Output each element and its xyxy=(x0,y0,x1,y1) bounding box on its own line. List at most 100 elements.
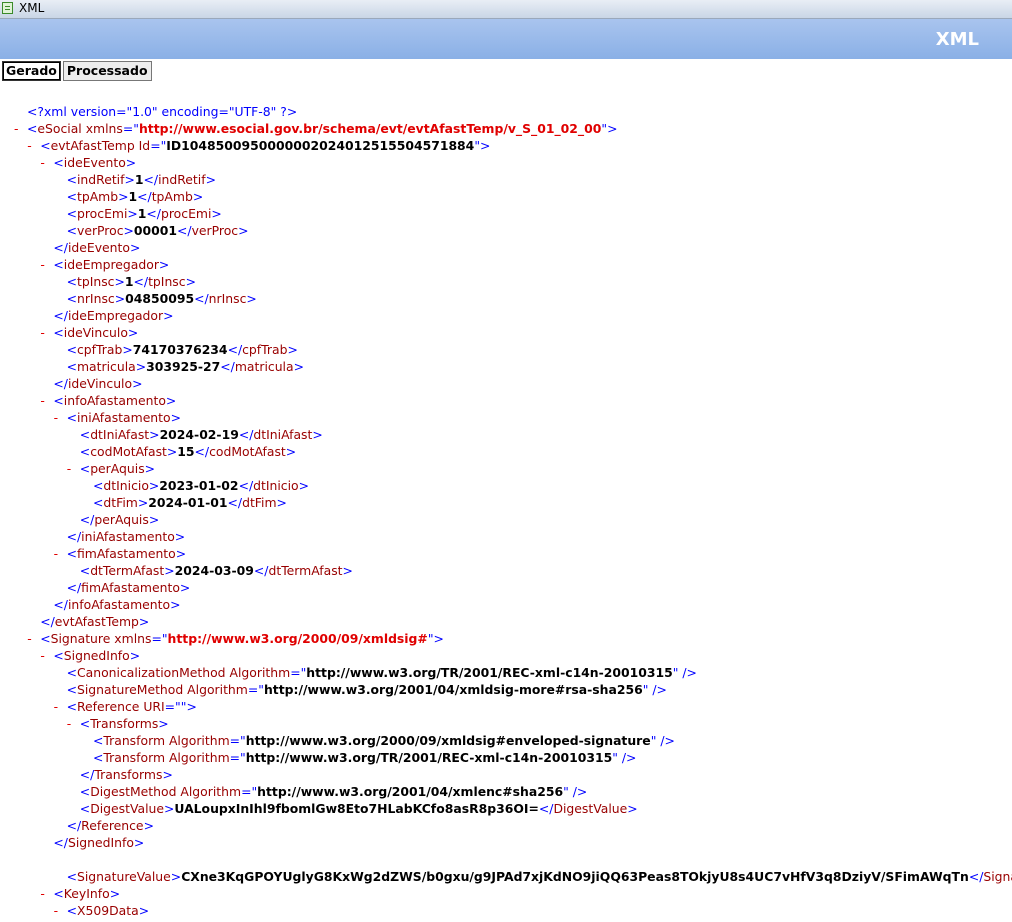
xml-attr-value: http://www.w3.org/TR/2001/REC-xml-c14n-2… xyxy=(245,750,613,765)
bracket: < xyxy=(93,495,104,510)
xml-tag-name: matricula xyxy=(234,359,294,374)
xml-text-value: 1 xyxy=(128,189,138,204)
bracket: < xyxy=(79,444,91,459)
bracket: </ xyxy=(220,359,235,374)
xml-tag-name: ideEvento xyxy=(63,155,126,170)
bracket: < xyxy=(79,784,91,799)
xml-attr-value: ID1048500950000002024012515504571884 xyxy=(166,138,475,153)
bracket: </ xyxy=(79,512,95,527)
bracket: </ xyxy=(238,478,254,493)
xml-tag-name: ideEmpregador xyxy=(67,308,164,323)
xml-tag-name: indRetif xyxy=(158,172,206,187)
collapse-toggle-icon[interactable]: - xyxy=(54,698,58,715)
bracket: > xyxy=(293,359,304,374)
bracket: =" xyxy=(151,631,168,646)
bracket: > xyxy=(185,274,196,289)
bracket: > xyxy=(114,291,126,306)
xml-tag-name: SignedInfo xyxy=(67,835,134,850)
bracket: > xyxy=(133,835,145,850)
bracket: </ xyxy=(238,427,254,442)
xml-tag-name: ideVinculo xyxy=(67,376,133,391)
window-title: XML xyxy=(19,1,45,15)
xml-line: <dtInicio>2023-01-02</dtInicio> xyxy=(93,477,309,494)
xml-tag-name: SignedInfo xyxy=(63,648,130,663)
xml-line: </ideEmpregador> xyxy=(53,307,173,324)
xml-line: <Reference URI=""> xyxy=(67,698,197,715)
xml-line: <ideVinculo> xyxy=(53,324,138,341)
xml-tag-name: codMotAfast xyxy=(209,444,286,459)
bracket: > xyxy=(192,189,204,204)
xml-line: </Transforms> xyxy=(80,766,173,783)
xml-line: <ideEmpregador> xyxy=(53,256,169,273)
xml-tag-name: dtInicio xyxy=(103,478,149,493)
bracket: < xyxy=(66,903,77,918)
collapse-toggle-icon[interactable]: - xyxy=(54,545,58,562)
bracket: > xyxy=(607,121,618,136)
collapse-toggle-icon[interactable]: - xyxy=(27,137,31,154)
collapse-toggle-icon[interactable]: - xyxy=(67,715,71,732)
bracket: < xyxy=(66,206,77,221)
bracket: " /> xyxy=(612,750,637,765)
tab-gerado[interactable]: Gerado xyxy=(2,61,61,81)
bracket: > xyxy=(158,257,170,272)
collapse-toggle-icon[interactable]: - xyxy=(54,409,58,426)
bracket: > xyxy=(122,342,133,357)
bracket: > xyxy=(135,359,147,374)
collapse-toggle-icon[interactable]: - xyxy=(54,902,58,919)
xml-line: </ideVinculo> xyxy=(53,375,142,392)
bracket: </ xyxy=(146,206,161,221)
xml-tag-name: Transforms xyxy=(90,716,159,731)
bracket: > xyxy=(627,801,638,816)
xml-line: <nrInsc>04850095</nrInsc> xyxy=(67,290,257,307)
bracket: </ xyxy=(66,818,82,833)
bracket: </ xyxy=(53,376,68,391)
xml-line: </fimAfastamento> xyxy=(67,579,191,596)
collapse-toggle-icon[interactable]: - xyxy=(40,324,44,341)
collapse-toggle-icon[interactable]: - xyxy=(40,647,44,664)
bracket: < xyxy=(66,189,77,204)
xml-line: </SignedInfo> xyxy=(53,834,144,851)
bracket: < xyxy=(93,733,104,748)
collapse-toggle-icon[interactable]: - xyxy=(40,392,44,409)
bracket: </ xyxy=(66,580,82,595)
bracket: > xyxy=(285,444,297,459)
bracket: > xyxy=(298,478,310,493)
collapse-toggle-icon[interactable]: - xyxy=(27,630,31,647)
bracket: < xyxy=(53,257,64,272)
xml-tag-name: matricula xyxy=(76,359,136,374)
bracket: > xyxy=(276,495,287,510)
xml-line: </infoAfastamento> xyxy=(53,596,180,613)
bracket: > xyxy=(186,699,197,714)
tab-processado[interactable]: Processado xyxy=(62,61,152,81)
xml-tag-name: KeyInfo xyxy=(63,886,110,901)
collapse-toggle-icon[interactable]: - xyxy=(14,120,18,137)
xml-attr-name: xmlns xyxy=(110,631,152,646)
xml-tag-name: infoAfastamento xyxy=(63,393,166,408)
bracket: </ xyxy=(538,801,554,816)
xml-line: <CanonicalizationMethod Algorithm="http:… xyxy=(67,664,697,681)
xml-tag-name: verProc xyxy=(191,223,239,238)
bracket: < xyxy=(66,342,77,357)
bracket: > xyxy=(125,155,137,170)
xml-line: </evtAfastTemp> xyxy=(40,613,149,630)
xml-tag-name: indRetif xyxy=(76,172,125,187)
bracket: < xyxy=(66,274,77,289)
collapse-toggle-icon[interactable]: - xyxy=(40,885,44,902)
bracket: > xyxy=(312,427,323,442)
bracket: =" xyxy=(164,699,181,714)
collapse-toggle-icon[interactable]: - xyxy=(40,256,44,273)
window-titlebar: XML xyxy=(0,0,1012,19)
xml-tag-name: dtFim xyxy=(103,495,138,510)
bracket: =" xyxy=(247,682,264,697)
xml-text-value: 00001 xyxy=(133,223,178,238)
bracket: > xyxy=(211,206,222,221)
xml-line: <DigestValue>UALoupxInIhl9fbomlGw8Eto7HL… xyxy=(80,800,638,817)
tab-bar: Gerado Processado xyxy=(2,61,154,81)
xml-tag-name: verProc xyxy=(76,223,124,238)
bracket: < xyxy=(53,155,64,170)
xml-tag-name: DigestValue xyxy=(553,801,628,816)
collapse-toggle-icon[interactable]: - xyxy=(40,154,44,171)
xml-line: <Transforms> xyxy=(80,715,169,732)
collapse-toggle-icon[interactable]: - xyxy=(67,460,71,477)
bracket: </ xyxy=(227,495,243,510)
